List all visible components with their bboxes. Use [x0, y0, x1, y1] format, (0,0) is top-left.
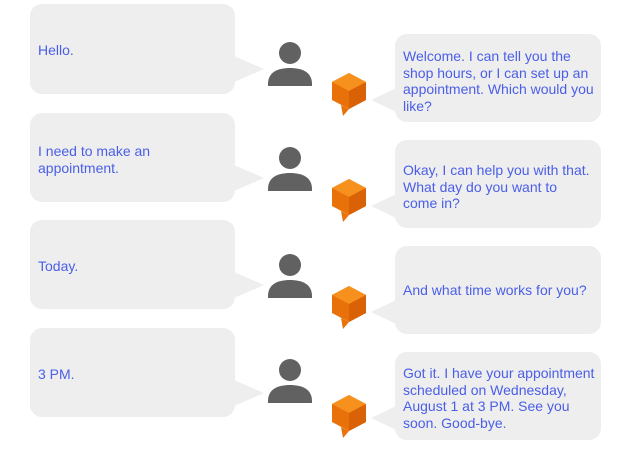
bubble-tail — [234, 165, 264, 191]
agent-message-bubble: Welcome. I can tell you the shop hours, … — [371, 34, 601, 122]
user-message-bubble: 3 PM. — [30, 328, 264, 417]
user-message-text: Hello. — [38, 42, 74, 58]
person-icon — [268, 359, 312, 403]
bubble-tail — [234, 56, 264, 82]
dialogflow-agent-icon — [332, 286, 366, 329]
bubble-tail — [234, 272, 264, 298]
agent-message-bubble: And what time works for you? — [371, 246, 601, 334]
dialogflow-agent-icon — [332, 179, 366, 222]
bubble-tail — [371, 406, 396, 430]
user-message-bubble: Hello. — [30, 4, 264, 94]
person-icon — [268, 42, 312, 86]
person-icon — [268, 147, 312, 191]
dialogflow-agent-icon — [332, 73, 366, 116]
bubble-tail — [234, 380, 264, 406]
dialogflow-agent-icon — [332, 395, 366, 438]
bubble-tail — [371, 300, 396, 324]
agent-message-text: And what time works for you? — [403, 281, 587, 298]
user-message-text: I need to make an appointment. — [38, 143, 151, 176]
bubble-tail — [371, 194, 396, 218]
bubble-tail — [371, 88, 396, 112]
user-message-bubble: Today. — [30, 220, 264, 309]
person-icon — [268, 254, 312, 298]
user-message-text: 3 PM. — [38, 366, 75, 382]
agent-message-text: Got it. I have your appointment schedule… — [403, 365, 595, 431]
user-message-bubble: I need to make an appointment. — [30, 113, 264, 202]
agent-message-bubble: Got it. I have your appointment schedule… — [371, 352, 601, 440]
agent-message-bubble: Okay, I can help you with that. What day… — [371, 140, 601, 228]
agent-message-text: Okay, I can help you with that. What day… — [403, 162, 590, 211]
user-message-text: Today. — [38, 258, 79, 274]
agent-message-text: Welcome. I can tell you the shop hours, … — [403, 48, 594, 114]
